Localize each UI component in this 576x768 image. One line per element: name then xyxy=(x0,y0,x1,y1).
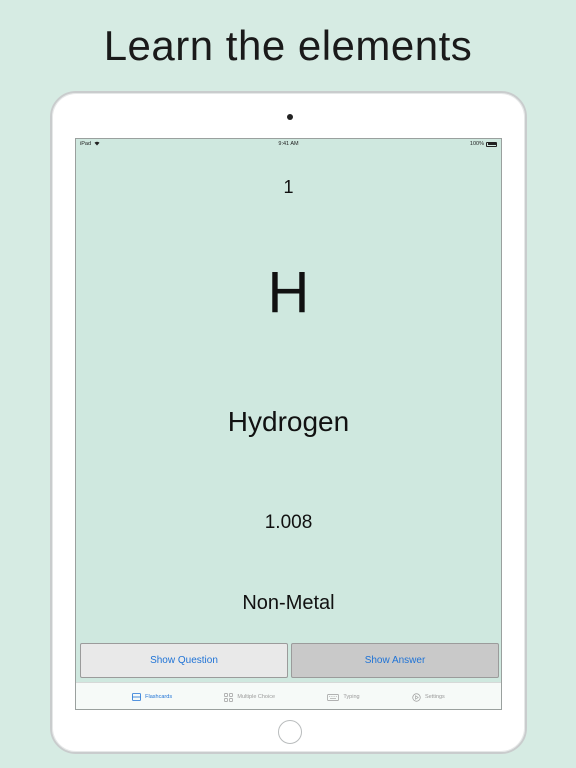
flashcards-icon xyxy=(132,693,142,701)
headline: Learn the elements xyxy=(103,22,473,69)
atomic-number: 1 xyxy=(283,177,294,197)
status-bar: iPad 9:41 AM 100% xyxy=(76,139,501,149)
battery-icon xyxy=(486,141,497,147)
tab-label: Flashcards xyxy=(145,694,173,700)
tab-settings[interactable]: Settings xyxy=(412,692,445,702)
tab-label: Settings xyxy=(424,694,445,700)
play-circle-icon xyxy=(412,692,421,702)
element-category: Non-Metal xyxy=(242,592,335,614)
tab-flashcards[interactable]: Flashcards xyxy=(132,693,172,701)
battery-percent: 100% xyxy=(469,141,484,147)
camera-dot xyxy=(287,114,293,120)
element-name: Hydrogen xyxy=(227,406,350,437)
show-answer-button[interactable]: Show Answer xyxy=(291,643,499,678)
grid-icon xyxy=(224,692,234,702)
element-symbol: H xyxy=(267,260,310,325)
atomic-mass: 1.008 xyxy=(264,512,313,533)
home-button[interactable] xyxy=(278,720,302,744)
status-right: 100% xyxy=(470,141,497,147)
keyboard-icon xyxy=(327,693,340,701)
app-screen: iPad 9:41 AM 100% 1 H Hydrogen 1.008 Non… xyxy=(75,138,502,710)
tab-label: Typing xyxy=(343,694,360,700)
tab-multiple-choice[interactable]: Multiple Choice xyxy=(224,692,276,702)
show-question-button[interactable]: Show Question xyxy=(80,643,288,678)
tab-bar: Flashcards Multiple Choice Typing Settin… xyxy=(76,682,501,709)
tab-label: Multiple Choice xyxy=(237,694,276,700)
tab-typing[interactable]: Typing xyxy=(327,693,360,701)
ipad-frame: iPad 9:41 AM 100% 1 H Hydrogen 1.008 Non… xyxy=(50,91,527,754)
status-time: 9:41 AM xyxy=(278,141,299,147)
